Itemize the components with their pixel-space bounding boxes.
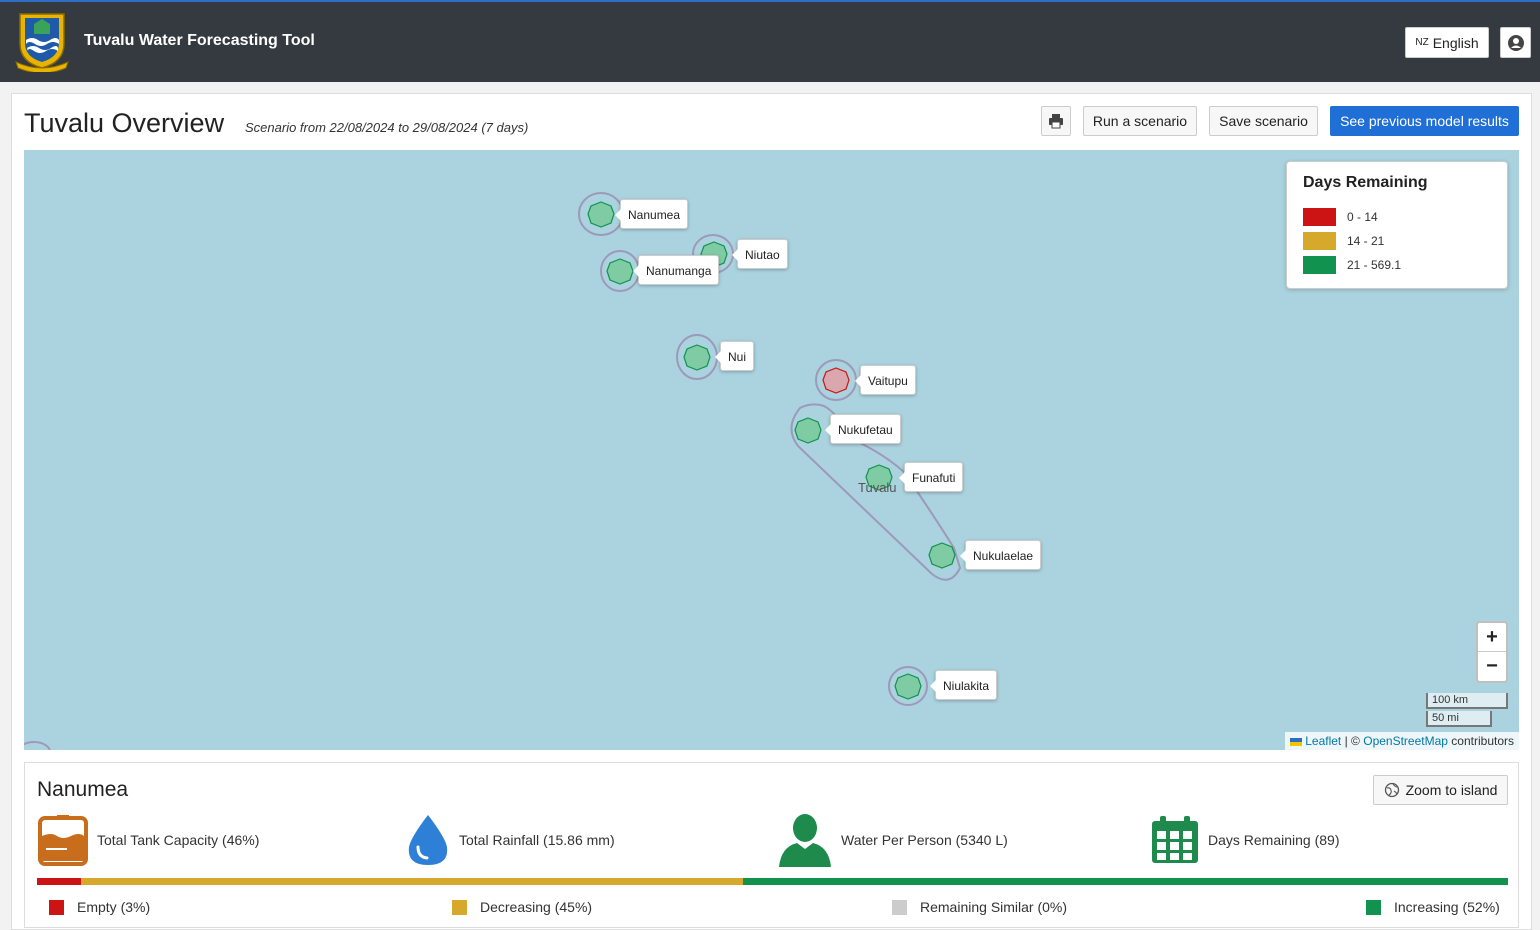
island-marker-nanumanga bbox=[606, 258, 634, 285]
tuvalu-coat-of-arms-icon bbox=[15, 13, 69, 72]
previous-results-button[interactable]: See previous model results bbox=[1330, 106, 1519, 136]
stat-rainfall: Total Rainfall (15.86 mm) bbox=[405, 813, 615, 867]
osm-link[interactable]: OpenStreetMap bbox=[1363, 734, 1448, 748]
island-label-nanumea[interactable]: Nanumea bbox=[614, 199, 689, 229]
breakdown-bar bbox=[37, 878, 1508, 885]
legend-row-green: 21 - 569.1 bbox=[1303, 253, 1491, 277]
printer-icon bbox=[1049, 114, 1063, 129]
breakdown-legend-empty: Empty (3%) bbox=[49, 899, 150, 915]
island-label-funafuti[interactable]: Funafuti bbox=[898, 462, 964, 492]
island-label-nanumanga[interactable]: Nanumanga bbox=[632, 255, 720, 285]
ukraine-flag-icon bbox=[1289, 737, 1302, 746]
zoom-control: + − bbox=[1476, 621, 1508, 683]
language-selector[interactable]: NZ English bbox=[1405, 27, 1489, 58]
island-info-panel: Nanumea Zoom to island Total Tank Capaci… bbox=[24, 762, 1519, 928]
island-label-nukulaelae[interactable]: Nukulaelae bbox=[959, 540, 1042, 570]
scale-mi: 50 mi bbox=[1426, 711, 1492, 727]
water-tank-icon bbox=[38, 815, 88, 866]
breakdown-label-similar: Remaining Similar (0%) bbox=[920, 899, 1068, 915]
stat-rainfall-label: Total Rainfall (15.86 mm) bbox=[459, 832, 615, 848]
legend-row-red: 0 - 14 bbox=[1303, 205, 1491, 229]
user-icon bbox=[1507, 34, 1524, 51]
legend-title: Days Remaining bbox=[1303, 174, 1428, 191]
run-scenario-button[interactable]: Run a scenario bbox=[1083, 106, 1197, 136]
water-drop-icon bbox=[408, 815, 448, 865]
island-marker-niulakita bbox=[894, 673, 922, 700]
island-name: Nanumea bbox=[37, 778, 129, 801]
island-marker-nui bbox=[683, 344, 711, 371]
country-label: Tuvalu bbox=[858, 480, 897, 495]
zoom-in-button[interactable]: + bbox=[1478, 623, 1506, 652]
legend-row-yellow: 14 - 21 bbox=[1303, 229, 1491, 253]
scale-km: 100 km bbox=[1426, 693, 1508, 709]
legend-label-red: 0 - 14 bbox=[1347, 210, 1378, 224]
save-scenario-button[interactable]: Save scenario bbox=[1209, 106, 1318, 136]
legend-swatch-green bbox=[1303, 256, 1336, 274]
breakdown-label-decreasing: Decreasing (45%) bbox=[480, 899, 593, 915]
breakdown-swatch-empty bbox=[49, 899, 64, 915]
attribution-separator: | © bbox=[1344, 734, 1360, 748]
page-title: Tuvalu Overview bbox=[24, 108, 225, 138]
breakdown-legend-decreasing: Decreasing (45%) bbox=[452, 899, 592, 915]
language-label: English bbox=[1432, 34, 1479, 51]
stat-days-label: Days Remaining (89) bbox=[1208, 832, 1340, 848]
zoom-out-button[interactable]: − bbox=[1478, 652, 1506, 681]
breakdown-segment-3 bbox=[743, 878, 1508, 885]
attribution-suffix: contributors bbox=[1451, 734, 1514, 748]
breakdown-swatch-decreasing bbox=[452, 899, 467, 915]
legend-swatch-red bbox=[1303, 208, 1336, 226]
stat-tank: Total Tank Capacity (46%) bbox=[37, 813, 259, 867]
calendar-icon bbox=[1152, 816, 1198, 863]
breakdown-label-empty: Empty (3%) bbox=[77, 899, 151, 915]
island-label-niulakita[interactable]: Niulakita bbox=[929, 670, 998, 700]
language-flag: NZ bbox=[1415, 37, 1429, 48]
user-menu-button[interactable] bbox=[1500, 27, 1531, 58]
island-label-nukufetau[interactable]: Nukufetau bbox=[825, 414, 901, 444]
stat-tank-label: Total Tank Capacity (46%) bbox=[97, 832, 260, 848]
top-navbar: Tuvalu Water Forecasting Tool NZ English bbox=[0, 0, 1540, 82]
breakdown-legend-similar: Remaining Similar (0%) bbox=[892, 899, 1067, 915]
stat-per-person: Water Per Person (5340 L) bbox=[777, 813, 1008, 867]
scenario-subtitle: Scenario from 22/08/2024 to 29/08/2024 (… bbox=[245, 120, 529, 135]
legend-label-yellow: 14 - 21 bbox=[1347, 234, 1385, 248]
stat-per-person-label: Water Per Person (5340 L) bbox=[841, 832, 1008, 848]
legend-swatch-yellow bbox=[1303, 232, 1336, 250]
island-marker-nukufetau bbox=[794, 417, 822, 444]
breakdown-segment-1 bbox=[81, 878, 744, 885]
breakdown-segment-0 bbox=[37, 878, 82, 885]
app-title: Tuvalu Water Forecasting Tool bbox=[84, 32, 315, 49]
breakdown-label-increasing: Increasing (52%) bbox=[1394, 899, 1500, 915]
eez-outline-edge bbox=[24, 741, 51, 750]
map[interactable]: Tuvalu Nanumea Niutao Nanumanga Nui Vait… bbox=[24, 150, 1519, 750]
zoom-to-island-label: Zoom to island bbox=[1405, 782, 1498, 798]
stat-days: Days Remaining (89) bbox=[1150, 813, 1340, 867]
days-remaining-legend: Days Remaining 0 - 14 14 - 21 21 - 569.1 bbox=[1286, 161, 1508, 289]
print-button[interactable] bbox=[1041, 106, 1071, 136]
person-icon bbox=[779, 814, 831, 867]
island-marker-nanumea bbox=[587, 201, 615, 228]
globe-icon bbox=[1384, 782, 1399, 798]
map-attribution: Leaflet | © OpenStreetMap contributors bbox=[1284, 732, 1519, 750]
island-marker-vaitupu bbox=[822, 367, 850, 394]
breakdown-swatch-increasing bbox=[1366, 899, 1381, 915]
leaflet-link[interactable]: Leaflet bbox=[1305, 734, 1341, 748]
legend-label-green: 21 - 569.1 bbox=[1347, 258, 1402, 272]
island-marker-nukulaelae bbox=[928, 542, 956, 569]
zoom-to-island-button[interactable]: Zoom to island bbox=[1373, 775, 1508, 805]
island-label-vaitupu[interactable]: Vaitupu bbox=[855, 365, 916, 395]
island-label-niutao[interactable]: Niutao bbox=[732, 239, 788, 269]
breakdown-swatch-similar bbox=[892, 899, 907, 915]
breakdown-legend-increasing: Increasing (52%) bbox=[1366, 899, 1500, 915]
island-label-nui[interactable]: Nui bbox=[714, 341, 755, 371]
